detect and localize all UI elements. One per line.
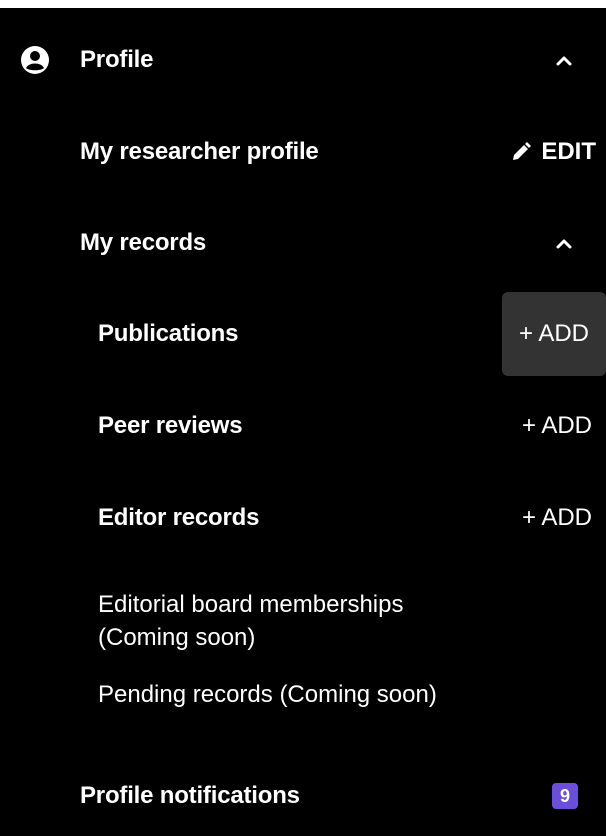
my-records-header[interactable]: My records <box>0 205 606 281</box>
add-peer-review-button[interactable]: + ADD <box>522 388 592 464</box>
user-circle-icon <box>20 45 50 75</box>
edit-label: EDIT <box>541 138 596 165</box>
chevron-up-icon[interactable] <box>554 50 574 70</box>
my-researcher-profile-label: My researcher profile <box>80 138 319 165</box>
editor-records-item[interactable]: Editor records + ADD <box>0 480 606 556</box>
profile-section-header[interactable]: Profile <box>0 22 606 98</box>
profile-notifications-label: Profile notifications <box>80 782 300 809</box>
editor-records-label: Editor records <box>98 504 260 531</box>
edit-button[interactable]: EDIT <box>511 138 596 166</box>
pending-records-item[interactable]: Pending records (Coming soon) <box>98 678 437 711</box>
chevron-up-icon[interactable] <box>554 233 574 253</box>
peer-reviews-label: Peer reviews <box>98 412 243 439</box>
add-peer-review-label: + ADD <box>521 412 592 439</box>
pencil-icon <box>511 142 532 162</box>
editorial-board-line2: (Coming soon) <box>98 624 256 651</box>
my-records-label: My records <box>80 229 207 256</box>
peer-reviews-item[interactable]: Peer reviews + ADD <box>0 388 606 464</box>
editorial-board-item[interactable]: Editorial board memberships (Coming soon… <box>98 588 403 654</box>
add-publication-label: + ADD <box>518 320 590 347</box>
pending-records-label: Pending records (Coming soon) <box>98 681 437 708</box>
publications-label: Publications <box>98 320 239 347</box>
profile-nav-panel: Profile My researcher profile EDIT My re… <box>0 8 606 836</box>
publications-item[interactable]: Publications + ADD <box>0 292 606 376</box>
notification-count-badge: 9 <box>552 783 578 809</box>
my-researcher-profile-item[interactable]: My researcher profile EDIT <box>0 114 606 190</box>
profile-section-label: Profile <box>80 46 154 73</box>
add-publication-button[interactable]: + ADD <box>502 292 606 376</box>
add-editor-record-button[interactable]: + ADD <box>522 480 592 556</box>
add-editor-record-label: + ADD <box>521 504 592 531</box>
profile-notifications-item[interactable]: Profile notifications 9 <box>0 758 606 834</box>
editorial-board-line1: Editorial board memberships <box>98 591 404 618</box>
